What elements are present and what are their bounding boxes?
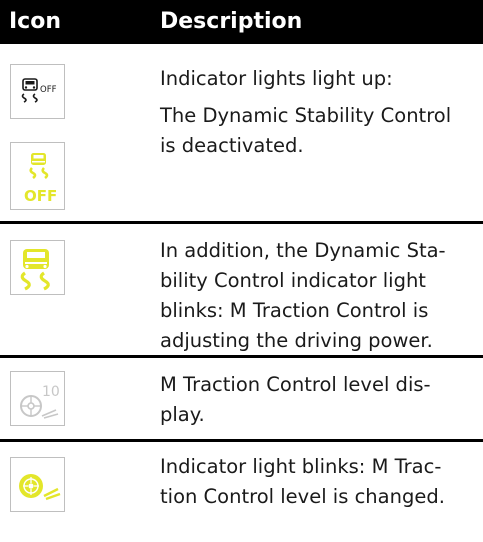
- row-description: Indicator lights light up: The Dynamic S…: [160, 64, 476, 161]
- dsc-off-yellow-icon: OFF: [10, 142, 65, 210]
- svg-text:10: 10: [42, 384, 60, 400]
- header-description-column: Description: [160, 9, 303, 34]
- table-header: Icon Description: [0, 0, 483, 44]
- dsc-off-gray-icon: OFF: [10, 64, 65, 119]
- table-row: OFF OFF Indicator lights light up: The D…: [0, 44, 483, 222]
- description-line: play.: [160, 403, 205, 426]
- description-line: is deactivated.: [160, 134, 304, 157]
- description-line: Indicator light blinks: M Trac-: [160, 455, 442, 478]
- traction-control-yellow-icon: [10, 457, 65, 512]
- header-icon-column: Icon: [9, 9, 62, 34]
- description-line: In addition, the Dynamic Sta-: [160, 239, 446, 262]
- description-line: M Traction Control level dis-: [160, 373, 431, 396]
- traction-control-level-icon: 10: [10, 371, 65, 426]
- description-line: adjusting the driving power.: [160, 329, 433, 352]
- description-line: The Dynamic Stability Control: [160, 104, 452, 127]
- dsc-yellow-icon: [10, 240, 65, 295]
- row-description: Indicator light blinks: M Trac- tion Con…: [160, 452, 476, 512]
- row-description: In addition, the Dynamic Sta- bility Con…: [160, 236, 476, 356]
- table-row: In addition, the Dynamic Sta- bility Con…: [0, 224, 483, 356]
- description-line: bility Control indicator light: [160, 269, 426, 292]
- table-row: Indicator light blinks: M Trac- tion Con…: [0, 442, 483, 542]
- description-line: blinks: M Traction Control is: [160, 299, 429, 322]
- svg-text:OFF: OFF: [24, 187, 57, 205]
- table-row: 10 M Traction Control level dis- play.: [0, 358, 483, 440]
- description-line: Indicator lights light up:: [160, 67, 393, 90]
- svg-text:OFF: OFF: [40, 85, 57, 95]
- row-description: M Traction Control level dis- play.: [160, 370, 476, 430]
- description-line: tion Control level is changed.: [160, 485, 445, 508]
